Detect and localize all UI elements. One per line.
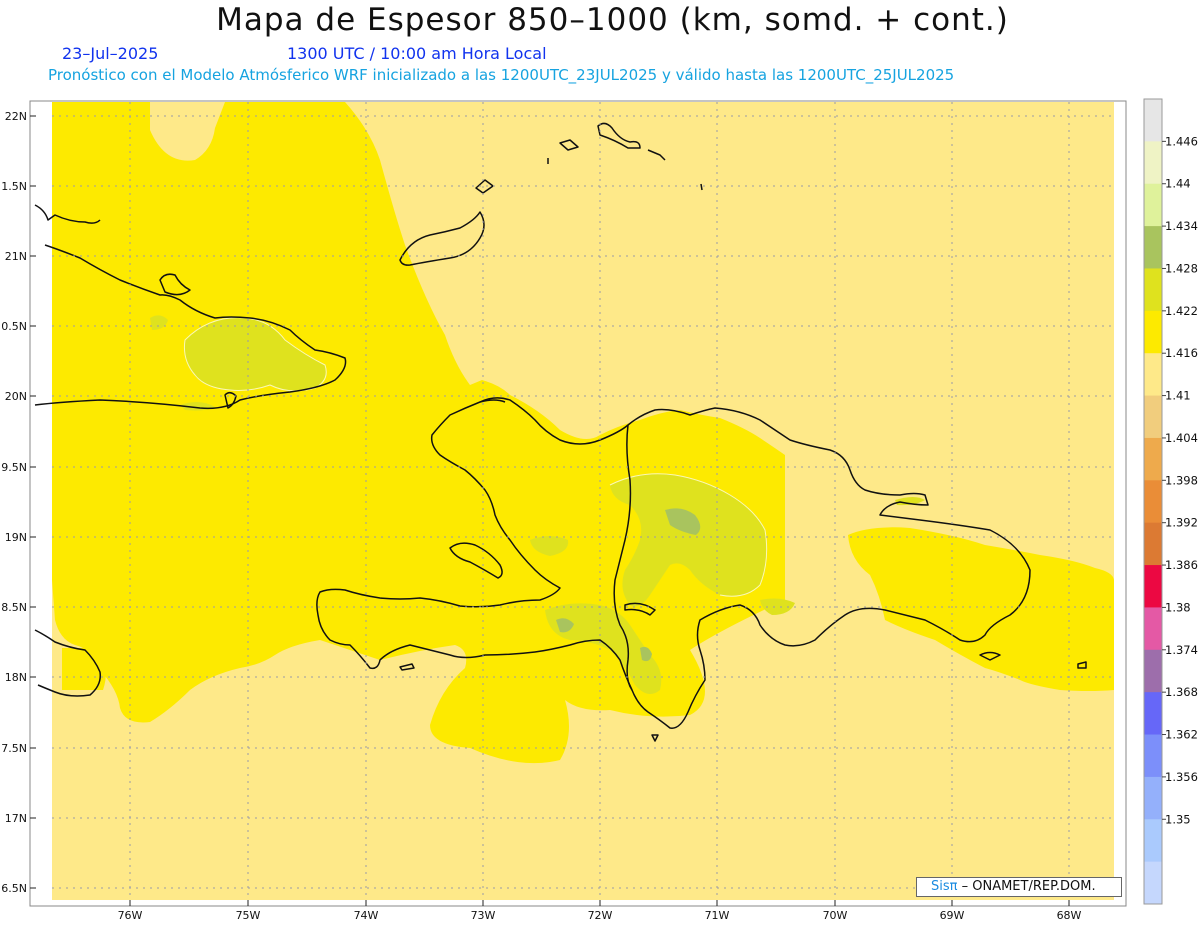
colorbar-label: 1.404: [1165, 431, 1198, 445]
lon-label: 75W: [236, 909, 261, 922]
map-panel: [29, 100, 1127, 907]
lat-label: 18N: [5, 671, 27, 684]
colorbar-swatch: [1144, 692, 1162, 736]
colorbar-label: 1.368: [1165, 685, 1198, 699]
colorbar-swatch: [1144, 99, 1162, 142]
colorbar: [1143, 98, 1166, 905]
colorbar-swatch: [1144, 268, 1162, 312]
lat-label: 8.5N: [1, 601, 27, 614]
lat-label: 20N: [5, 390, 27, 403]
lat-label: 19N: [5, 531, 27, 544]
colorbar-swatch: [1144, 861, 1162, 905]
credit-box: Sisπ – ONAMET/REP.DOM.: [916, 877, 1122, 897]
lat-label: 7.5N: [1, 742, 27, 755]
colorbar-label: 1.446: [1165, 134, 1198, 148]
colorbar-label: 1.422: [1165, 304, 1198, 318]
lat-label: 0.5N: [1, 320, 27, 333]
lon-label: 68W: [1057, 909, 1082, 922]
lon-label: 73W: [471, 909, 496, 922]
colorbar-swatch: [1144, 819, 1162, 863]
colorbar-label: 1.44: [1165, 177, 1191, 191]
credit-text: – ONAMET/REP.DOM.: [957, 879, 1096, 894]
lon-label: 69W: [940, 909, 965, 922]
colorbar-label: 1.386: [1165, 558, 1198, 572]
colorbar-swatch: [1144, 310, 1162, 354]
colorbar-swatch: [1144, 776, 1162, 820]
colorbar-label: 1.428: [1165, 261, 1198, 275]
colorbar-swatch: [1144, 480, 1162, 524]
colorbar-label: 1.434: [1165, 219, 1198, 233]
colorbar-swatch: [1144, 395, 1162, 439]
colorbar-swatch: [1144, 734, 1162, 778]
lat-label: 1.5N: [1, 180, 27, 193]
colorbar-swatch: [1144, 226, 1162, 269]
colorbar-label: 1.416: [1165, 346, 1198, 360]
colorbar-swatch: [1144, 649, 1162, 693]
lat-label: 9.5N: [1, 461, 27, 474]
colorbar-label: 1.41: [1165, 389, 1191, 403]
colorbar-label: 1.35: [1165, 812, 1191, 826]
colorbar-label: 1.38: [1165, 600, 1191, 614]
lon-label: 74W: [354, 909, 379, 922]
colorbar-label: 1.398: [1165, 473, 1198, 487]
lon-label: 76W: [118, 909, 143, 922]
colorbar-swatch: [1144, 183, 1162, 227]
colorbar-swatch: [1144, 353, 1162, 397]
colorbar-label: 1.362: [1165, 728, 1198, 742]
lat-label: 6.5N: [1, 882, 27, 895]
colorbar-swatch: [1144, 141, 1162, 185]
lat-label: 21N: [5, 250, 27, 263]
credit-brand: Sisπ: [931, 879, 958, 894]
colorbar-label: 1.392: [1165, 516, 1198, 530]
colorbar-swatch: [1144, 437, 1162, 481]
lat-label: 17N: [5, 812, 27, 825]
lon-label: 72W: [588, 909, 613, 922]
colorbar-label: 1.374: [1165, 643, 1198, 657]
lat-label: 22N: [5, 110, 27, 123]
colorbar-swatch: [1144, 607, 1162, 651]
colorbar-label: 1.356: [1165, 770, 1198, 784]
lon-label: 71W: [705, 909, 730, 922]
colorbar-swatch: [1144, 522, 1162, 566]
lon-label: 70W: [823, 909, 848, 922]
colorbar-swatch: [1144, 565, 1162, 608]
